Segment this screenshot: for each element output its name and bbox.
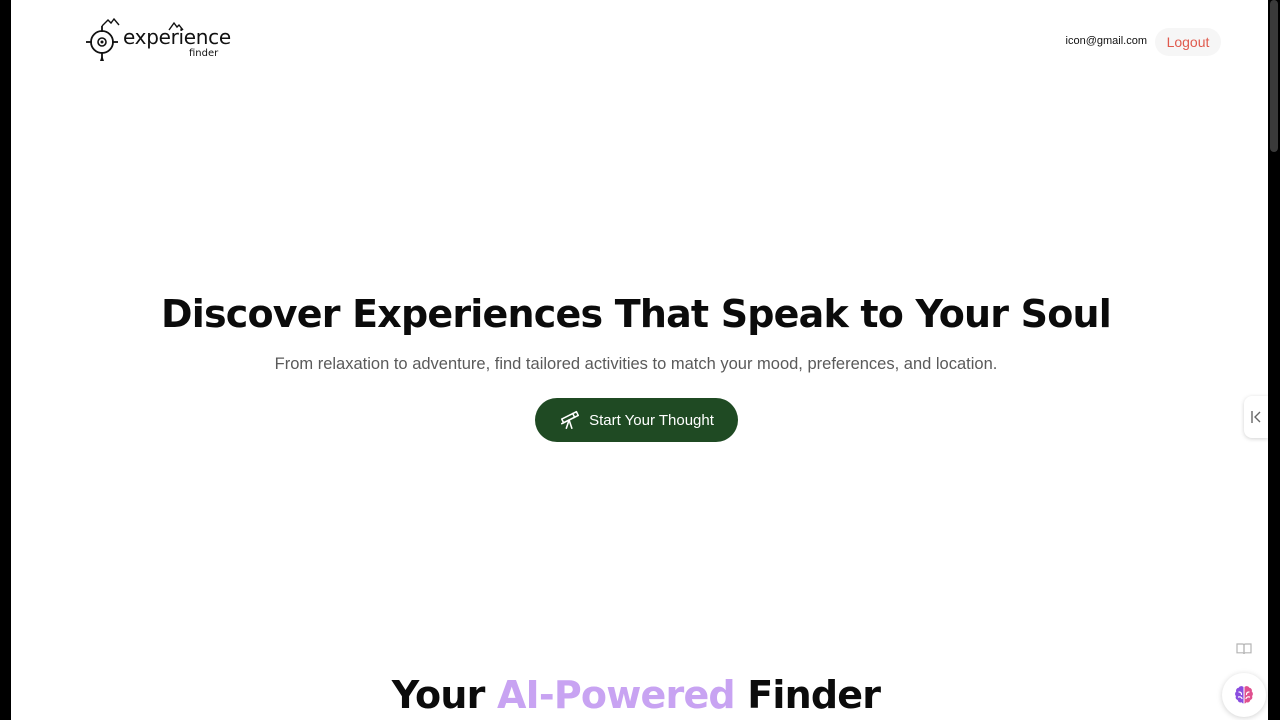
ai-assistant-button[interactable] [1222, 673, 1266, 717]
telescope-icon [561, 410, 580, 430]
collapse-icon [1251, 411, 1261, 423]
section-title-part1: Your [391, 673, 497, 717]
user-email: icon@gmail.com [1065, 35, 1147, 47]
side-panel-tab[interactable] [1244, 396, 1268, 438]
section-title-part2: Finder [734, 673, 881, 717]
hero-subtitle: From relaxation to adventure, find tailo… [274, 355, 998, 373]
book-icon[interactable] [1236, 642, 1252, 656]
brain-icon [1235, 686, 1253, 704]
site-logo[interactable]: experience finder [86, 17, 236, 63]
logo-subtext: finder [189, 48, 219, 59]
logo-wordmark: experience [123, 25, 231, 49]
start-your-thought-button[interactable]: Start Your Thought [535, 398, 738, 442]
scrollbar-thumb[interactable] [1270, 0, 1278, 152]
section-title-accent: AI-Powered [496, 673, 736, 717]
cta-label: Start Your Thought [589, 411, 714, 429]
hero-title: Discover Experiences That Speak to Your … [160, 292, 1112, 336]
section-title: Your AI-Powered Finder [0, 673, 1272, 717]
logout-button[interactable]: Logout [1155, 28, 1221, 56]
